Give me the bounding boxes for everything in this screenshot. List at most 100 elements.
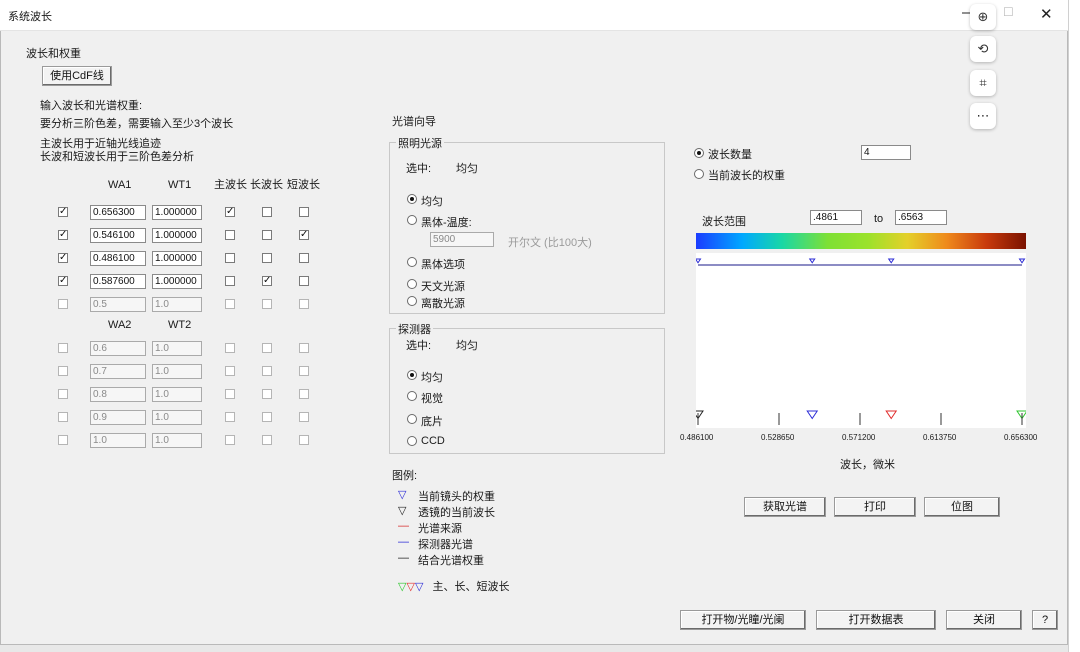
bitmap-button[interactable]: 位图	[924, 497, 1000, 517]
short-checkbox[interactable]	[299, 389, 309, 399]
temperature-input[interactable]: 5900	[430, 232, 494, 247]
weight-input[interactable]: 1.000000	[152, 205, 202, 220]
short-checkbox[interactable]	[299, 299, 309, 309]
illumination-radio[interactable]	[407, 279, 417, 289]
long-checkbox[interactable]	[262, 389, 272, 399]
zoom-in-icon[interactable]: ⊕	[970, 4, 996, 30]
use-checkbox[interactable]	[58, 389, 68, 399]
legend-symbol-icon: —	[398, 552, 409, 564]
close-button[interactable]: 关闭	[946, 610, 1022, 630]
long-checkbox[interactable]	[262, 207, 272, 217]
radio-wavelength-count[interactable]	[694, 148, 704, 158]
use-checkbox[interactable]: ✓	[58, 207, 68, 217]
primary-checkbox[interactable]	[225, 299, 235, 309]
wavelength-input[interactable]: 0.6	[90, 341, 146, 356]
weight-input[interactable]: 1.000000	[152, 228, 202, 243]
use-checkbox[interactable]	[58, 343, 68, 353]
detector-selected-value: 均匀	[456, 340, 478, 352]
legend-triangle-label: 主、长、短波长	[432, 581, 510, 593]
illumination-radio[interactable]	[407, 215, 417, 225]
use-checkbox[interactable]	[58, 412, 68, 422]
wavelength-input[interactable]: 0.656300	[90, 205, 146, 220]
primary-checkbox[interactable]	[225, 412, 235, 422]
long-checkbox[interactable]	[262, 435, 272, 445]
rotate-icon[interactable]: ⟲	[970, 36, 996, 62]
wavelength-input[interactable]: 0.587600	[90, 274, 146, 289]
use-checkbox[interactable]	[58, 366, 68, 376]
mode-count-label: 波长数量	[708, 149, 752, 161]
short-checkbox[interactable]	[299, 253, 309, 263]
wavelength-input[interactable]: 0.7	[90, 364, 146, 379]
illumination-radio[interactable]	[407, 257, 417, 267]
wavelength-input[interactable]: 0.9	[90, 410, 146, 425]
short-triangle-icon: ▽	[414, 581, 424, 593]
maximize-icon[interactable]: ☐	[1003, 5, 1014, 19]
wavelength-input[interactable]: 0.5	[90, 297, 146, 312]
help-button[interactable]: ?	[1032, 610, 1058, 630]
detector-radio[interactable]	[407, 370, 417, 380]
open-data-table-button[interactable]: 打开数据表	[816, 610, 936, 630]
window-title: 系统波长	[8, 11, 52, 23]
short-checkbox[interactable]: ✓	[299, 230, 309, 240]
detector-radio[interactable]	[407, 391, 417, 401]
use-checkbox[interactable]: ✓	[58, 276, 68, 286]
primary-checkbox[interactable]	[225, 389, 235, 399]
more-icon[interactable]: ⋯	[970, 103, 996, 129]
print-button[interactable]: 打印	[834, 497, 916, 517]
long-checkbox[interactable]	[262, 366, 272, 376]
long-checkbox[interactable]	[262, 412, 272, 422]
long-checkbox[interactable]	[262, 230, 272, 240]
long-checkbox[interactable]: ✓	[262, 276, 272, 286]
short-checkbox[interactable]	[299, 207, 309, 217]
primary-checkbox[interactable]	[225, 343, 235, 353]
range-from-input[interactable]: .4861	[810, 210, 862, 225]
weight-input[interactable]: 1.0	[152, 297, 202, 312]
primary-checkbox[interactable]	[225, 366, 235, 376]
range-label: 波长范围	[702, 216, 746, 228]
short-checkbox[interactable]	[299, 412, 309, 422]
use-checkbox[interactable]: ✓	[58, 230, 68, 240]
range-to-input[interactable]: .6563	[895, 210, 947, 225]
primary-checkbox[interactable]	[225, 230, 235, 240]
open-aperture-button[interactable]: 打开物/光瞳/光阑	[680, 610, 806, 630]
wavelength-count-input[interactable]: 4	[861, 145, 911, 160]
spectrum-plot-svg	[692, 258, 1028, 425]
weight-input[interactable]: 1.0	[152, 410, 202, 425]
long-checkbox[interactable]	[262, 299, 272, 309]
screenshot-icon[interactable]: ⌗	[970, 70, 996, 96]
illumination-radio[interactable]	[407, 194, 417, 204]
radio-current-weight[interactable]	[694, 169, 704, 179]
short-checkbox[interactable]	[299, 435, 309, 445]
wavelength-input[interactable]: 0.8	[90, 387, 146, 402]
weight-input[interactable]: 1.0	[152, 433, 202, 448]
weight-input[interactable]: 1.000000	[152, 251, 202, 266]
primary-checkbox[interactable]	[225, 253, 235, 263]
primary-checkbox[interactable]: ✓	[225, 207, 235, 217]
wavelength-input[interactable]: 1.0	[90, 433, 146, 448]
short-checkbox[interactable]	[299, 276, 309, 286]
use-checkbox[interactable]	[58, 435, 68, 445]
use-cdf-button[interactable]: 使用CdF线	[42, 66, 112, 86]
detector-radio[interactable]	[407, 414, 417, 424]
primary-checkbox[interactable]	[225, 435, 235, 445]
wavelength-input[interactable]: 0.546100	[90, 228, 146, 243]
close-icon[interactable]: ✕	[1040, 5, 1053, 23]
legend-item-label: 光谱来源	[418, 523, 462, 535]
illumination-radio[interactable]	[407, 296, 417, 306]
use-checkbox[interactable]: ✓	[58, 253, 68, 263]
long-checkbox[interactable]	[262, 253, 272, 263]
weight-input[interactable]: 1.0	[152, 364, 202, 379]
column-header-short: 短波长	[287, 179, 320, 191]
short-checkbox[interactable]	[299, 343, 309, 353]
weight-input[interactable]: 1.0	[152, 387, 202, 402]
short-checkbox[interactable]	[299, 366, 309, 376]
weight-input[interactable]: 1.0	[152, 341, 202, 356]
get-spectrum-button[interactable]: 获取光谱	[744, 497, 826, 517]
detector-radio[interactable]	[407, 436, 417, 446]
wavelength-input[interactable]: 0.486100	[90, 251, 146, 266]
primary-checkbox[interactable]	[225, 276, 235, 286]
use-checkbox[interactable]	[58, 299, 68, 309]
long-checkbox[interactable]	[262, 343, 272, 353]
lens-weight-marker	[1018, 258, 1026, 264]
weight-input[interactable]: 1.000000	[152, 274, 202, 289]
